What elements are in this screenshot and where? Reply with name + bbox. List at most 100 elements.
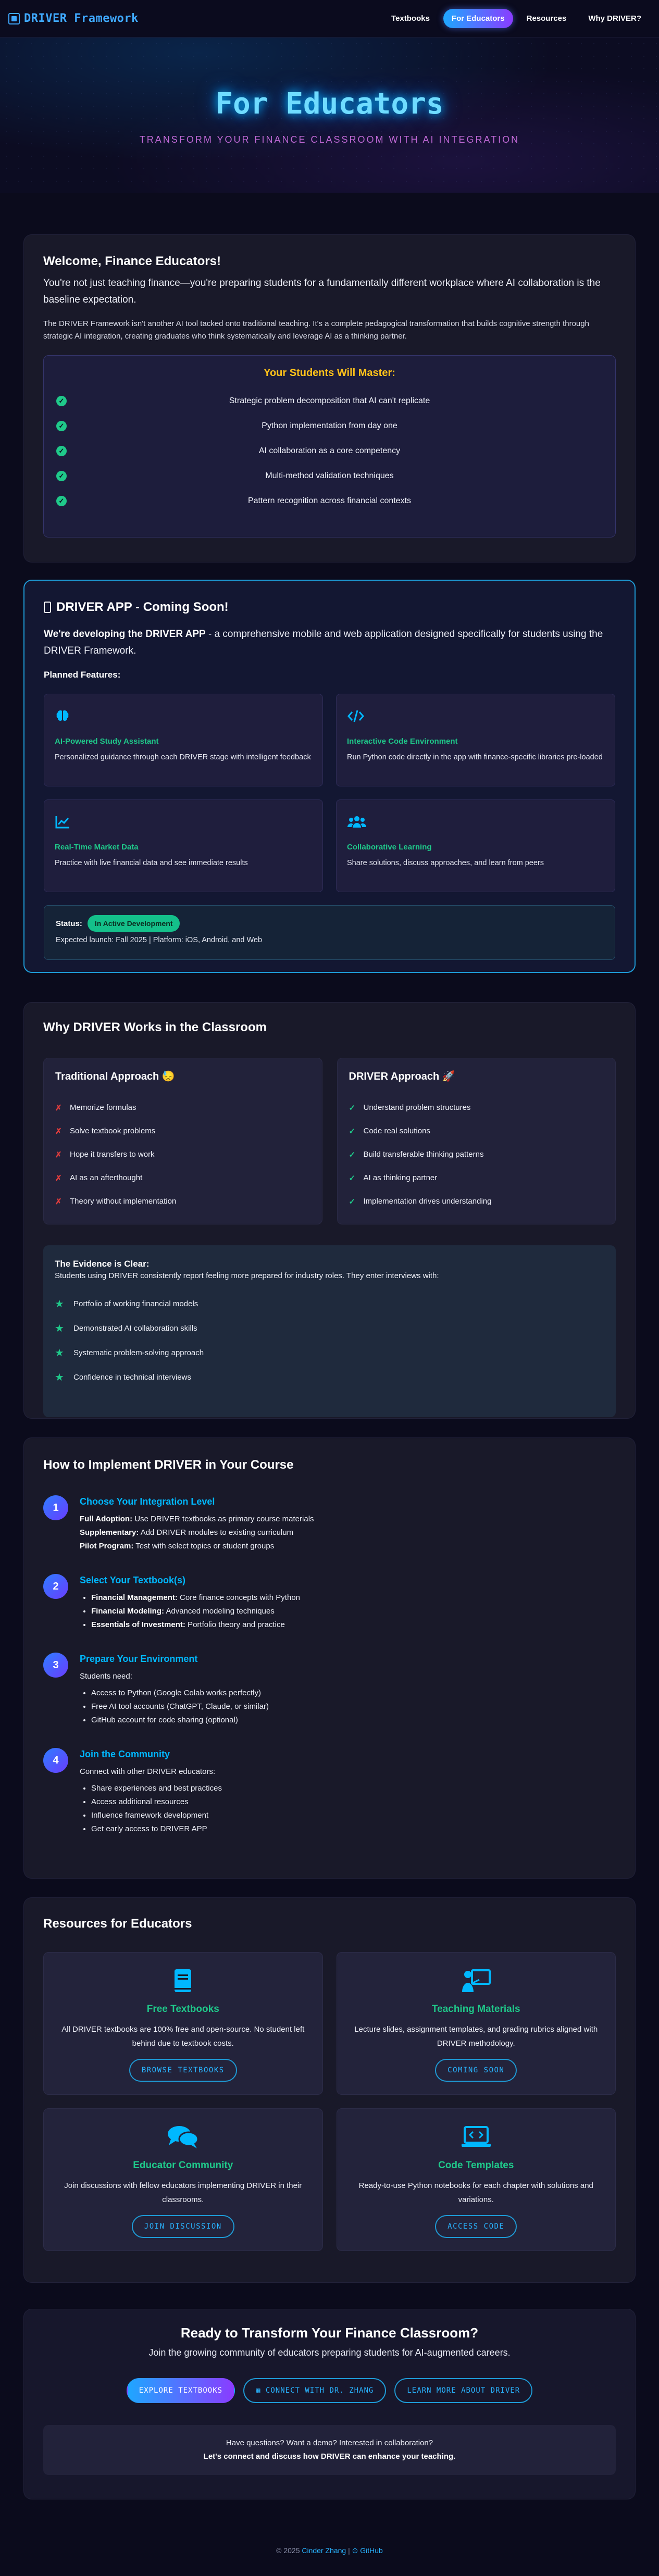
- step-number: 1: [43, 1495, 68, 1520]
- list-item: ✗ Theory without implementation: [55, 1190, 310, 1213]
- list-item: ★ Portfolio of working financial models: [55, 1292, 604, 1316]
- list-item: Financial Management: Core finance conce…: [91, 1591, 300, 1605]
- connect-button-label: CONNECT WITH DR. ZHANG: [265, 2386, 374, 2395]
- master-item: ✓ Strategic problem decomposition that AI…: [56, 389, 603, 414]
- users-icon: [347, 810, 604, 833]
- nav-links: Textbooks For Educators Resources Why DR…: [383, 9, 650, 28]
- brand-link[interactable]: DRIVER Framework: [8, 12, 139, 25]
- step-title: Select Your Textbook(s): [80, 1575, 186, 1585]
- driver-title: DRIVER Approach 🚀: [349, 1071, 455, 1082]
- expected-launch: Expected launch: Fall 2025 | Platform: i…: [56, 936, 263, 944]
- explore-textbooks-button[interactable]: EXPLORE TEXTBOOKS: [126, 2378, 235, 2403]
- status-box: Status: In Active Development Expected l…: [44, 905, 615, 960]
- separator: |: [348, 2546, 350, 2555]
- list-item: Access additional resources: [91, 1795, 222, 1809]
- learn-more-button[interactable]: LEARN MORE ABOUT DRIVER: [394, 2378, 533, 2403]
- driver-app-section: DRIVER APP - Coming Soon! We're developi…: [23, 580, 636, 973]
- comparison-grid: Traditional Approach 😓 ✗ Memorize formula…: [43, 1058, 616, 1224]
- app-lead-bold: We're developing the DRIVER APP: [44, 629, 206, 640]
- step-number: 4: [43, 1748, 68, 1773]
- x-icon: ✗: [55, 1150, 62, 1159]
- access-code-button[interactable]: ACCESS CODE: [435, 2215, 517, 2238]
- footer: © 2025 Cinder Zhang | ⊙ GitHub: [0, 2546, 659, 2576]
- app-lead: We're developing the DRIVER APP - a comp…: [44, 626, 615, 659]
- feature-card: Real-Time Market Data Practice with live…: [44, 799, 323, 892]
- master-item: ✓ Multi-method validation techniques: [56, 464, 603, 489]
- list-item: ✓ Code real solutions: [349, 1119, 604, 1143]
- welcome-body: The DRIVER Framework isn't another AI to…: [43, 319, 589, 341]
- master-item-text: AI collaboration as a core competency: [258, 446, 401, 455]
- join-discussion-button[interactable]: JOIN DISCUSSION: [131, 2215, 234, 2238]
- star-icon: ★: [55, 1323, 64, 1334]
- resource-desc: Join discussions with fellow educators i…: [64, 2181, 302, 2204]
- resource-title: Teaching Materials: [431, 2004, 520, 2015]
- check-circle-icon: ✓: [56, 496, 67, 506]
- presentation-icon: [353, 1966, 600, 1995]
- cta-title: Ready to Transform Your Finance Classroo…: [180, 2325, 479, 2341]
- feature-card: Collaborative Learning Share solutions, …: [336, 799, 615, 892]
- features-grid: AI-Powered Study Assistant Personalized …: [44, 694, 615, 892]
- hero-title: For Educators: [215, 87, 444, 121]
- chart-line-icon: [55, 810, 312, 833]
- step-line: Pilot Program: Test with select topics o…: [80, 1542, 275, 1550]
- list-item-text: Memorize formulas: [70, 1103, 136, 1112]
- step-3: 3 Prepare Your Environment Students need…: [43, 1653, 616, 1727]
- list-item-text: Code real solutions: [363, 1127, 430, 1135]
- github-link[interactable]: GitHub: [360, 2546, 383, 2555]
- laptop-code-icon: [353, 2122, 600, 2152]
- step-1: 1 Choose Your Integration Level Full Ado…: [43, 1495, 616, 1553]
- nav-link-for-educators[interactable]: For Educators: [443, 9, 513, 28]
- check-icon: ✓: [349, 1173, 356, 1183]
- check-circle-icon: ✓: [56, 446, 67, 456]
- check-circle-icon: ✓: [56, 396, 67, 406]
- status-badge: In Active Development: [87, 915, 180, 932]
- master-title: Your Students Will Master:: [264, 367, 395, 379]
- code-icon: [347, 705, 604, 728]
- master-item-text: Strategic problem decomposition that AI …: [229, 396, 430, 405]
- step-title: Join the Community: [80, 1749, 170, 1759]
- calendar-icon: ▦: [256, 2386, 266, 2395]
- note-line-2: Let's connect and discuss how DRIVER can…: [203, 2452, 456, 2461]
- list-item-text: AI as thinking partner: [363, 1173, 438, 1182]
- nav-link-why-driver[interactable]: Why DRIVER?: [580, 9, 650, 28]
- step-4: 4 Join the Community Connect with other …: [43, 1748, 616, 1836]
- resource-card: Educator Community Join discussions with…: [43, 2108, 323, 2251]
- list-item-text: Hope it transfers to work: [70, 1150, 155, 1159]
- x-icon: ✗: [55, 1173, 62, 1183]
- master-item: ✓ AI collaboration as a core competency: [56, 439, 603, 464]
- top-nav: DRIVER Framework Textbooks For Educators…: [0, 0, 659, 37]
- master-item: ✓ Python implementation from day one: [56, 414, 603, 439]
- list-item: ✗ Memorize formulas: [55, 1096, 310, 1119]
- welcome-lead: You're not just teaching finance—you're …: [43, 278, 601, 305]
- check-circle-icon: ✓: [56, 471, 67, 481]
- connect-button[interactable]: ▦ CONNECT WITH DR. ZHANG: [243, 2378, 387, 2403]
- feature-desc: Practice with live financial data and se…: [55, 859, 248, 867]
- cta-section: Ready to Transform Your Finance Classroo…: [23, 2309, 636, 2499]
- coming-soon-button[interactable]: COMING SOON: [435, 2059, 517, 2082]
- author-link[interactable]: Cinder Zhang: [302, 2546, 346, 2555]
- star-icon: ★: [55, 1372, 64, 1383]
- list-item-text: Understand problem structures: [363, 1103, 471, 1112]
- contact-note: Have questions? Want a demo? Interested …: [43, 2425, 616, 2475]
- browse-textbooks-button[interactable]: BROWSE TEXTBOOKS: [129, 2059, 237, 2082]
- nav-link-resources[interactable]: Resources: [518, 9, 575, 28]
- step-title: Prepare Your Environment: [80, 1654, 198, 1664]
- list-item-text: Solve textbook problems: [70, 1127, 156, 1135]
- hero-subtitle: Transform Your Finance Classroom with AI…: [139, 134, 520, 145]
- list-item: Get early access to DRIVER APP: [91, 1822, 222, 1836]
- list-item: Essentials of Investment: Portfolio theo…: [91, 1618, 300, 1632]
- resources-grid: Free Textbooks All DRIVER textbooks are …: [43, 1952, 616, 2251]
- list-item-text: Confidence in technical interviews: [73, 1373, 191, 1382]
- resources-title: Resources for Educators: [43, 1917, 192, 1931]
- star-icon: ★: [55, 1298, 64, 1310]
- check-icon: ✓: [349, 1127, 356, 1136]
- app-title: DRIVER APP - Coming Soon!: [56, 600, 229, 614]
- x-icon: ✗: [55, 1127, 62, 1136]
- master-item-text: Multi-method validation techniques: [265, 471, 394, 480]
- feature-desc: Personalized guidance through each DRIVE…: [55, 753, 311, 761]
- github-icon: ⊙: [352, 2546, 358, 2555]
- step-intro: Connect with other DRIVER educators:: [80, 1767, 216, 1776]
- nav-link-textbooks[interactable]: Textbooks: [383, 9, 438, 28]
- master-item: ✓ Pattern recognition across financial co…: [56, 489, 603, 514]
- resource-title: Free Textbooks: [146, 2004, 219, 2015]
